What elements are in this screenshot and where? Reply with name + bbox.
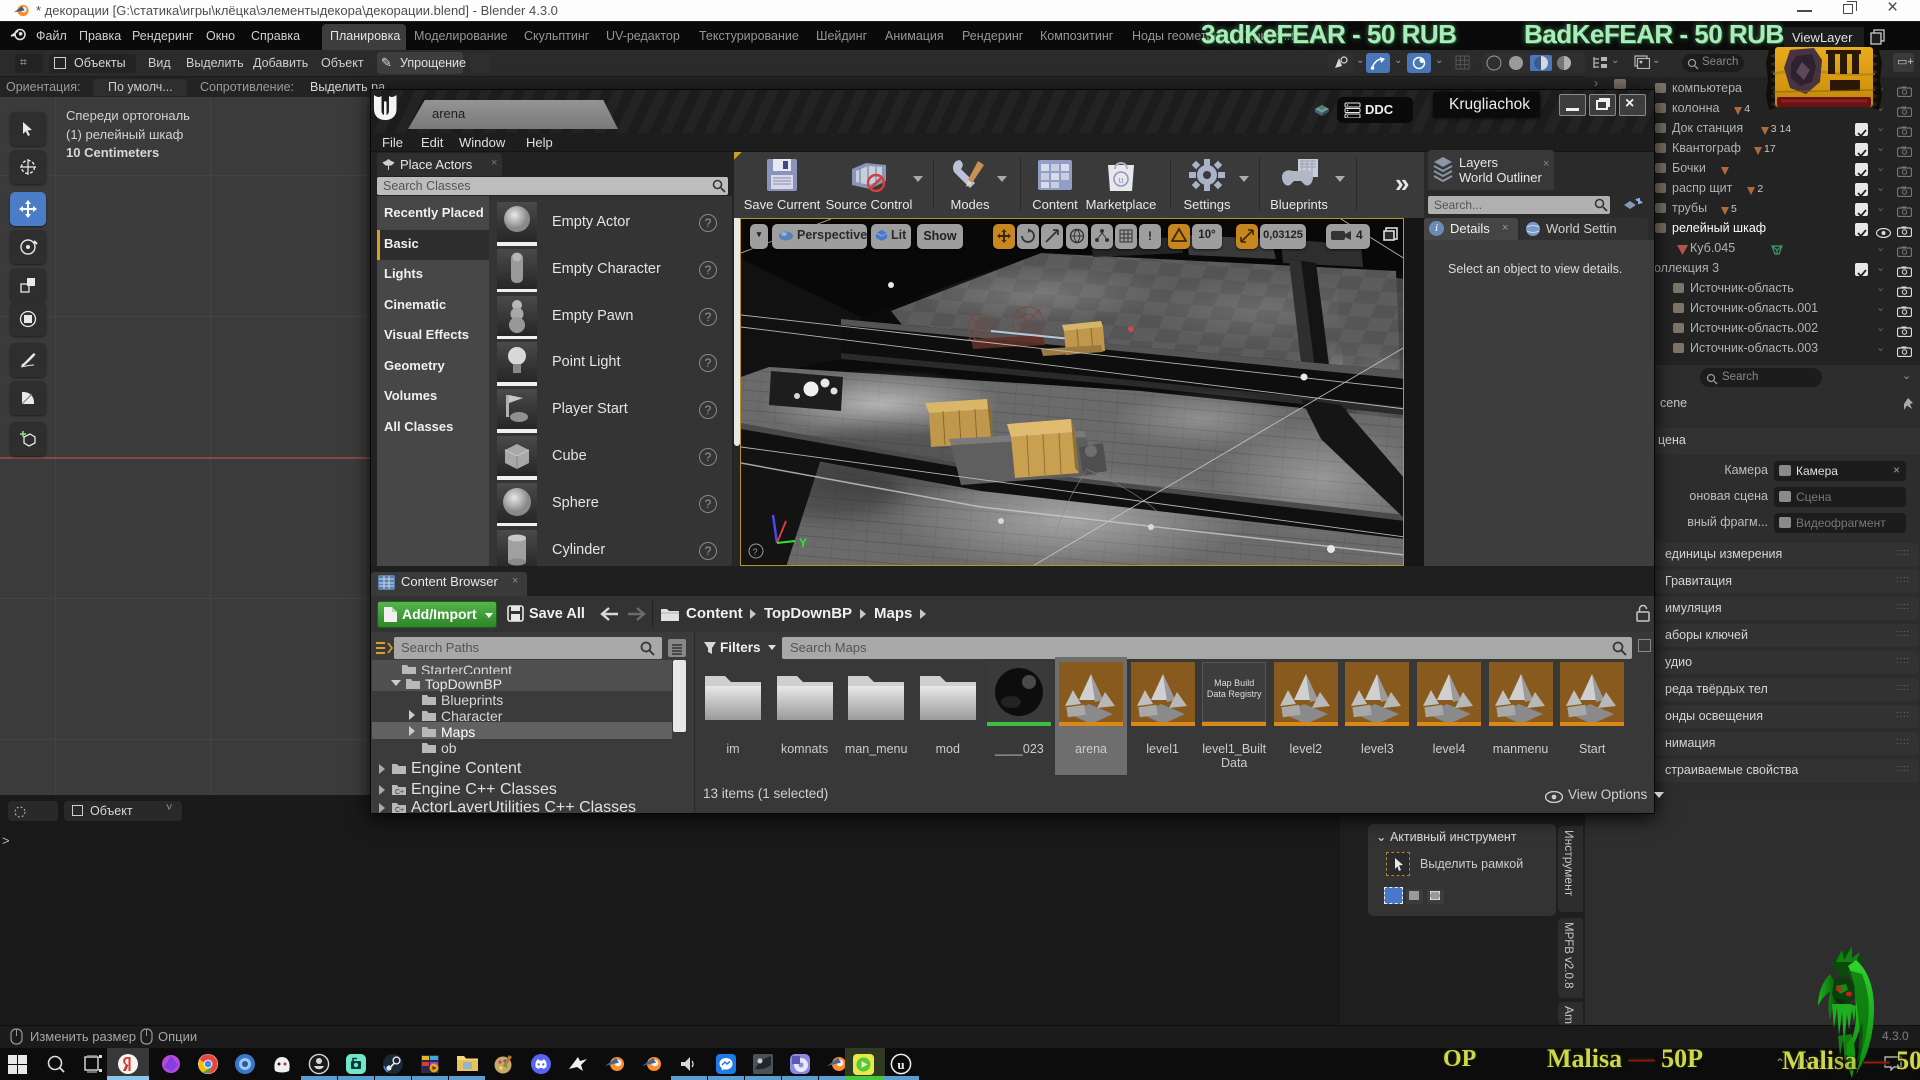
svg-text:u: u (897, 1057, 904, 1072)
svg-text:C+: C+ (395, 807, 404, 814)
svg-text:Y: Y (799, 536, 807, 550)
svg-text:?: ? (753, 547, 758, 557)
svg-text:u: u (1119, 175, 1124, 186)
svg-text:C+: C+ (395, 789, 404, 796)
